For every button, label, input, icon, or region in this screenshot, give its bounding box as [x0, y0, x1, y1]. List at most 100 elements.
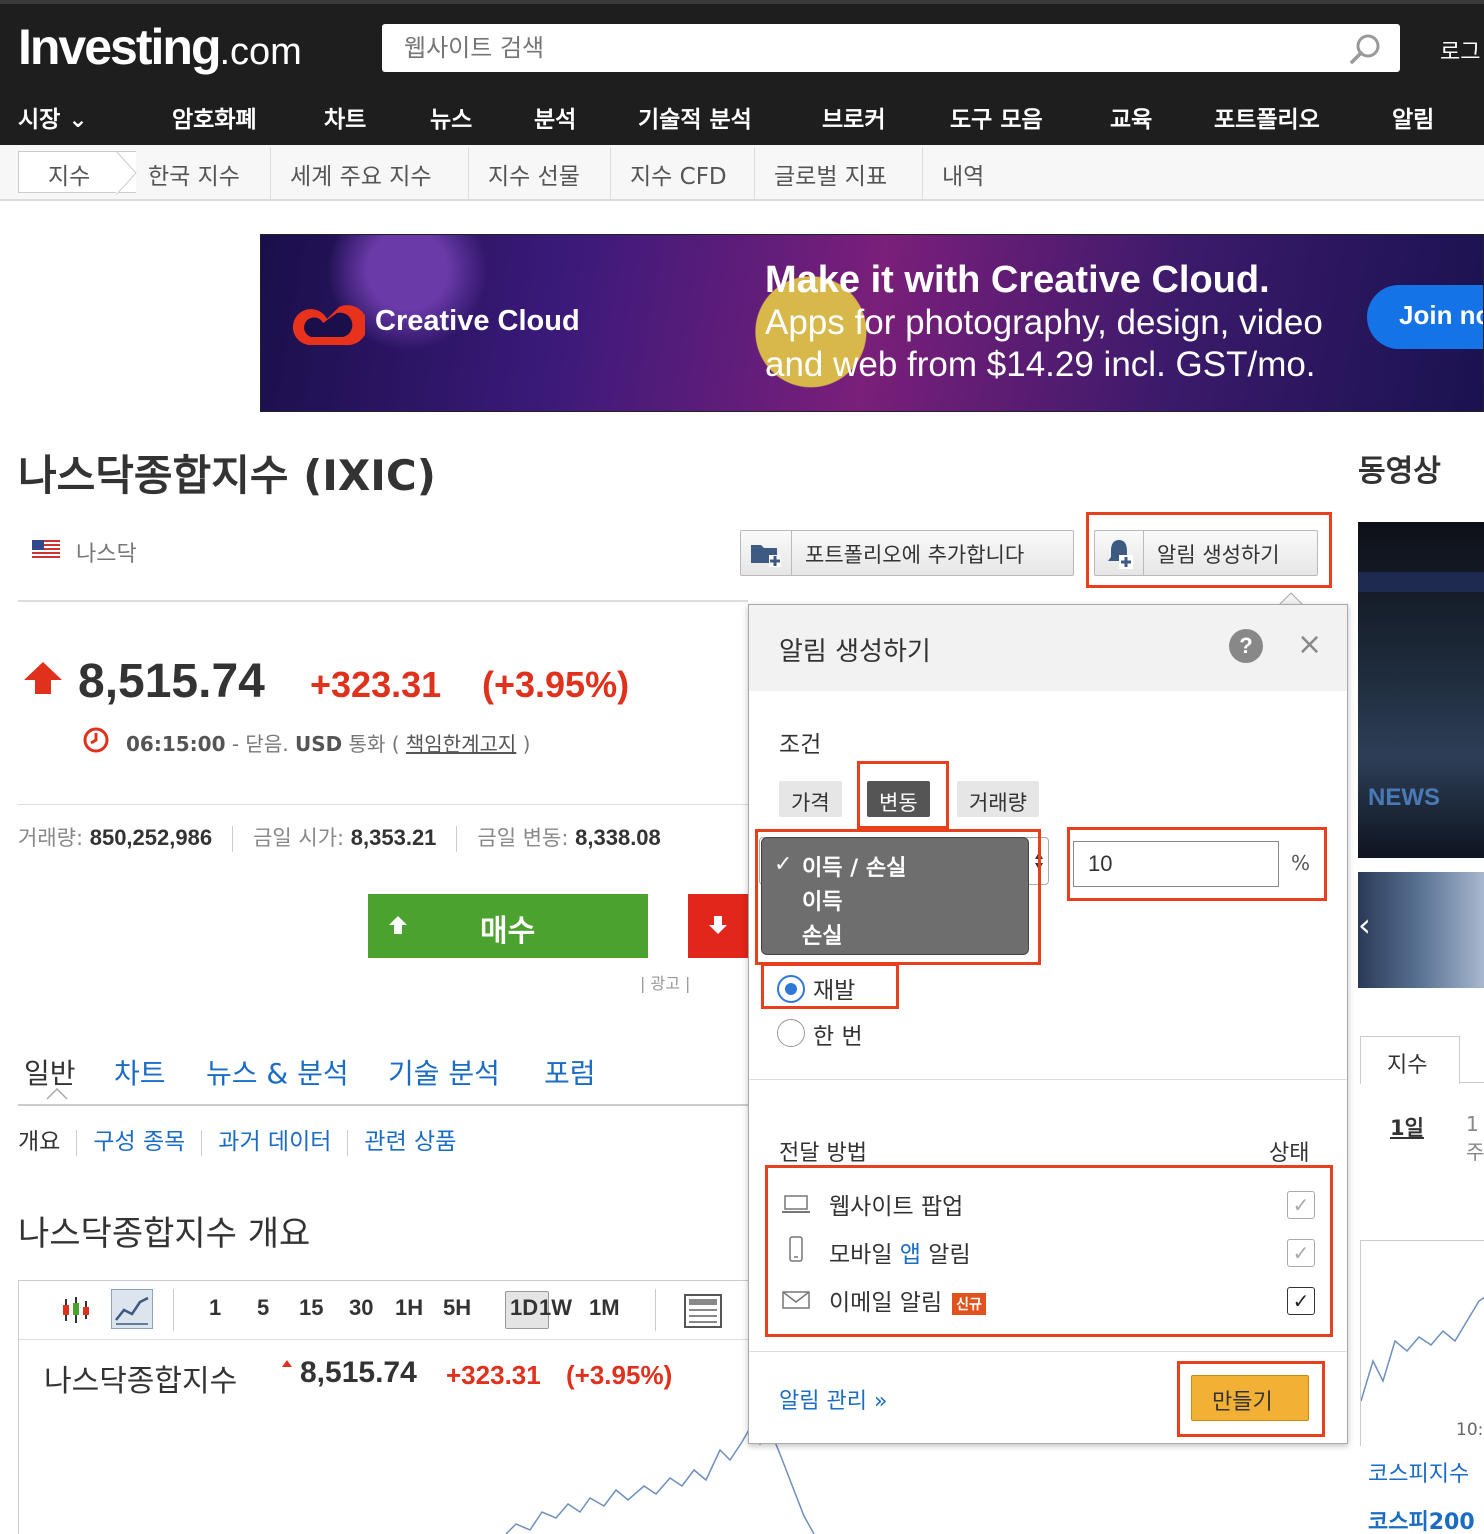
sub-tabs: 개요 구성 종목 과거 데이터 관련 상품: [18, 1122, 456, 1156]
nav-technical[interactable]: 기술적 분석: [638, 100, 752, 134]
search-icon[interactable]: [1348, 32, 1382, 66]
nav-markets[interactable]: 시장 ⌄: [18, 100, 88, 134]
logo-main: Investing: [18, 19, 221, 75]
subnav-korea-indices[interactable]: 한국 지수: [148, 157, 240, 191]
main-nav: 시장 ⌄ 암호화폐 차트 뉴스 분석 기술적 분석 브로커 도구 모음 교육 포…: [0, 90, 1484, 145]
divider: [749, 1079, 1347, 1080]
timeframe-15[interactable]: 15: [299, 1295, 323, 1321]
toolbar-divider: [173, 1289, 174, 1331]
condition-tab-volume[interactable]: 거래량: [957, 781, 1039, 817]
nav-education[interactable]: 교육: [1110, 100, 1152, 134]
help-icon[interactable]: ?: [1229, 629, 1263, 663]
tab-news-analysis[interactable]: 뉴스 & 분석: [206, 1052, 349, 1092]
search-input[interactable]: [382, 24, 1322, 72]
carousel-prev-icon[interactable]: ‹: [1358, 906, 1371, 944]
highlight-delivery: [765, 1165, 1333, 1337]
tab-chart[interactable]: 차트: [114, 1052, 166, 1092]
sub-nav: 지수 한국 지수 세계 주요 지수 지수 선물 지수 CFD 글로벌 지표 내역: [0, 145, 1484, 201]
nav-news[interactable]: 뉴스: [430, 100, 472, 134]
close-icon[interactable]: ×: [1297, 627, 1322, 662]
timeframe-1h[interactable]: 1H: [395, 1295, 423, 1321]
radio-once[interactable]: [777, 1019, 805, 1047]
login-link[interactable]: 로그: [1440, 34, 1480, 66]
divider: [18, 804, 748, 805]
button-divider: [791, 531, 792, 575]
tab-general[interactable]: 일반: [24, 1052, 76, 1092]
subnav-divider: [610, 147, 611, 199]
video-news-label: NEWS: [1368, 784, 1440, 811]
nav-portfolio[interactable]: 포트폴리오: [1214, 100, 1320, 134]
divider: [749, 1351, 1347, 1352]
status-label: 상태: [1269, 1141, 1310, 1166]
subtab-components[interactable]: 구성 종목: [93, 1129, 185, 1155]
timeframe-30[interactable]: 30: [349, 1295, 373, 1321]
add-to-portfolio-label: 포트폴리오에 추가합니다: [805, 543, 1025, 567]
currency: USD: [294, 732, 343, 756]
banner-join-button[interactable]: Join no: [1367, 285, 1483, 349]
subnav-divider: [754, 147, 755, 199]
sidebar-period-1d[interactable]: 1일: [1390, 1112, 1424, 1142]
nav-tools[interactable]: 도구 모음: [950, 100, 1043, 134]
sidebar-tab-indices[interactable]: 지수: [1360, 1036, 1460, 1084]
video-thumbnail-2[interactable]: ‹: [1358, 872, 1484, 988]
subnav-history[interactable]: 내역: [942, 157, 984, 191]
nav-brokers[interactable]: 브로커: [822, 100, 885, 134]
volume-label: 거래량:: [18, 826, 90, 850]
tab-forum[interactable]: 포럼: [544, 1052, 596, 1092]
subtab-historical[interactable]: 과거 데이터: [218, 1129, 331, 1155]
sidebar-link-kospi[interactable]: 코스피지수: [1368, 1456, 1469, 1488]
close-paren: ): [516, 732, 531, 756]
chart-settings-icon[interactable]: [683, 1293, 723, 1329]
add-to-portfolio-button[interactable]: 포트폴리오에 추가합니다: [740, 530, 1074, 576]
buy-button[interactable]: 매수: [368, 894, 648, 958]
timeframe-1d[interactable]: 1D: [510, 1295, 538, 1321]
nav-analysis[interactable]: 분석: [534, 100, 576, 134]
condition-tab-price[interactable]: 가격: [779, 781, 842, 817]
subnav-indices[interactable]: 지수: [48, 157, 90, 191]
chart-up-marker: [282, 1360, 292, 1367]
ad-label: | 광고 |: [640, 974, 691, 993]
sidebar-tab-line: [1460, 1082, 1484, 1083]
radio-once-label[interactable]: 한 번: [813, 1017, 863, 1051]
market-status: - 닫음.: [225, 732, 295, 756]
timeframe-1w[interactable]: 1W: [539, 1295, 572, 1321]
line-chart-toggle[interactable]: [111, 1289, 153, 1329]
sidebar-period-1w[interactable]: 1주: [1466, 1112, 1484, 1165]
instrument-tabs: 일반 차트 뉴스 & 분석 기술 분석 포럼: [18, 1052, 748, 1106]
manage-alerts-link[interactable]: 알림 관리 »: [779, 1383, 887, 1415]
tab-technical[interactable]: 기술 분석: [388, 1052, 500, 1092]
highlight-dropdown: [755, 829, 1041, 965]
nav-charts[interactable]: 차트: [324, 100, 366, 134]
investing-logo[interactable]: Investing.com: [18, 18, 302, 76]
chart-instrument-name: 나스닥종합지수: [44, 1364, 238, 1399]
clock-icon: [83, 727, 109, 753]
candlestick-icon[interactable]: [61, 1295, 91, 1325]
videos-title: 동영상: [1358, 454, 1441, 489]
ad-banner[interactable]: Creative Cloud Make it with Creative Clo…: [260, 234, 1484, 412]
timeframe-5[interactable]: 5: [257, 1295, 269, 1321]
sell-button[interactable]: [688, 894, 750, 958]
chart-toolbar: 1 5 15 30 1H 5H 1D 1W 1M: [18, 1280, 753, 1340]
price-up-arrow-icon: [24, 662, 62, 694]
timeframe-1[interactable]: 1: [209, 1295, 221, 1321]
overview-title: 나스닥종합지수 개요: [18, 1214, 311, 1254]
subtab-related[interactable]: 관련 상품: [364, 1129, 456, 1155]
breadcrumb-arrow: [116, 151, 137, 195]
nav-alerts[interactable]: 알림: [1392, 100, 1434, 134]
price-change: +323.31: [310, 664, 442, 705]
timeframe-5h[interactable]: 5H: [443, 1295, 471, 1321]
timeframe-1m[interactable]: 1M: [589, 1295, 620, 1321]
subnav-index-cfd[interactable]: 지수 CFD: [630, 157, 727, 191]
disclaimer-link[interactable]: 책임한계고지: [406, 732, 516, 756]
subnav-global-indicators[interactable]: 글로벌 지표: [774, 157, 887, 191]
subnav-world-indices[interactable]: 세계 주요 지수: [290, 157, 432, 191]
nav-crypto[interactable]: 암호화폐: [172, 100, 257, 134]
video-thumbnail-1[interactable]: NEWS: [1358, 522, 1484, 858]
line-chart-icon: [115, 1296, 149, 1325]
active-tab-caret: [46, 1088, 68, 1100]
highlight-create-button: [1177, 1361, 1325, 1437]
subnav-index-futures[interactable]: 지수 선물: [488, 157, 580, 191]
range-label: 금일 변동:: [477, 826, 576, 850]
subtab-overview[interactable]: 개요: [18, 1129, 60, 1155]
sidebar-link-kospi200[interactable]: 코스피200: [1368, 1504, 1475, 1534]
